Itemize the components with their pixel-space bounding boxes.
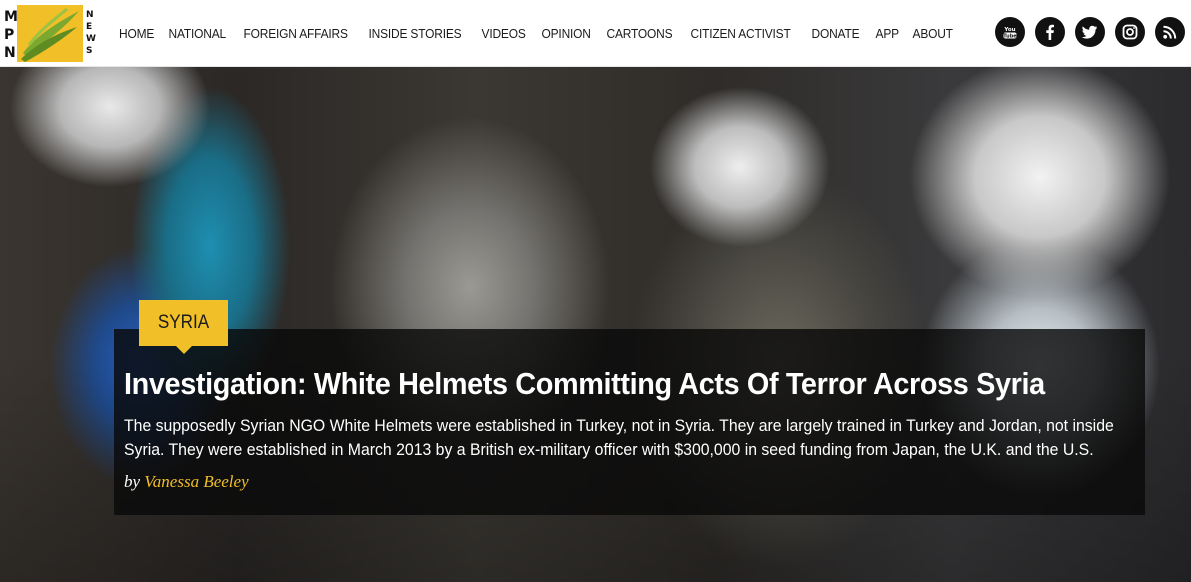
- logo-letter-n: N: [4, 44, 16, 61]
- nav-donate[interactable]: DONATE: [806, 26, 865, 41]
- nav-inside-stories[interactable]: INSIDE STORIES: [363, 26, 467, 41]
- logo-news-w: W: [86, 33, 96, 44]
- featured-excerpt: The supposedly Syrian NGO White Helmets …: [124, 416, 1114, 459]
- nav-about[interactable]: ABOUT: [907, 26, 958, 41]
- logo-news-s: S: [86, 45, 93, 56]
- instagram-icon[interactable]: [1115, 17, 1145, 47]
- logo-news-letters: N E W S: [86, 9, 96, 57]
- rss-icon[interactable]: [1155, 17, 1185, 47]
- author-link[interactable]: Vanessa Beeley: [144, 472, 248, 491]
- category-label: SYRIA: [157, 312, 210, 333]
- nav-cartoons[interactable]: CARTOONS: [601, 26, 678, 41]
- logo-letters: M P N: [4, 8, 18, 62]
- logo-news-n: N: [86, 9, 94, 20]
- facebook-icon[interactable]: [1035, 17, 1065, 47]
- featured-headline[interactable]: Investigation: White Helmets Committing …: [124, 364, 1063, 404]
- nav-home[interactable]: HOME: [119, 26, 160, 41]
- nav-foreign-affairs[interactable]: FOREIGN AFFAIRS: [238, 26, 353, 41]
- logo-letter-m: M: [4, 8, 18, 25]
- main-nav: HOME NATIONAL FOREIGN AFFAIRS INSIDE STO…: [119, 26, 963, 41]
- svg-text:Tube: Tube: [1003, 33, 1017, 39]
- nav-app[interactable]: APP: [870, 26, 904, 41]
- youtube-icon[interactable]: You Tube: [995, 17, 1025, 47]
- logo-leaf-icon: [17, 4, 83, 62]
- logo-letter-p: P: [4, 26, 15, 43]
- nav-citizen-activist[interactable]: CITIZEN ACTIVIST: [685, 26, 796, 41]
- site-header: M P N N E W S HOME NATIONAL FOREIGN AFFA…: [0, 0, 1191, 67]
- logo-news-e: E: [86, 21, 93, 32]
- byline: by Vanessa Beeley: [124, 472, 249, 492]
- mpn-news-logo[interactable]: M P N N E W S: [0, 0, 100, 67]
- nav-opinion[interactable]: OPINION: [536, 26, 596, 41]
- svg-text:You: You: [1003, 27, 1015, 33]
- nav-national[interactable]: NATIONAL: [163, 26, 231, 41]
- category-badge[interactable]: SYRIA: [139, 300, 228, 354]
- social-links: You Tube: [995, 17, 1185, 47]
- nav-videos[interactable]: VIDEOS: [476, 26, 531, 41]
- twitter-icon[interactable]: [1075, 17, 1105, 47]
- byline-prefix: by: [124, 472, 141, 491]
